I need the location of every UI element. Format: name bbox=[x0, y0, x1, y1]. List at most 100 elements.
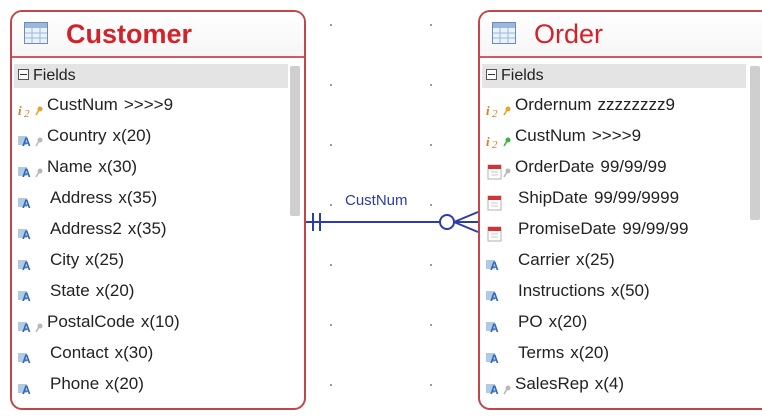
character-icon: A bbox=[486, 314, 504, 335]
fields-section-label: Fields bbox=[33, 67, 76, 84]
grey-key-icon bbox=[35, 126, 43, 147]
field-format: x(30) bbox=[98, 157, 138, 176]
field-row[interactable]: A Country x(20) bbox=[16, 120, 286, 151]
field-name: Address bbox=[50, 188, 113, 207]
field-format: x(30) bbox=[114, 343, 154, 362]
field-row[interactable]: i 2 CustNum >>>>9 bbox=[16, 89, 286, 120]
field-format: zzzzzzzz9 bbox=[582, 405, 659, 408]
grey-key-icon bbox=[35, 312, 43, 333]
svg-text:A: A bbox=[22, 166, 31, 180]
field-row[interactable]: A Address2 x(35) bbox=[16, 213, 286, 244]
grey-key-icon bbox=[35, 405, 43, 408]
field-name: Ordernum bbox=[515, 95, 592, 114]
field-row[interactable]: i 2 Ordernum zzzzzzzz9 bbox=[484, 89, 744, 120]
field-row[interactable]: PromiseDate 99/99/99 bbox=[484, 213, 744, 244]
field-name: Contact bbox=[50, 343, 109, 362]
relationship-label[interactable]: CustNum bbox=[345, 192, 408, 209]
field-format: x(20) bbox=[570, 343, 610, 362]
character-icon: A bbox=[18, 345, 36, 366]
date-icon bbox=[486, 221, 504, 242]
field-row[interactable]: A SalesRep x(4) bbox=[484, 368, 744, 399]
field-row[interactable]: i2 BillToID zzzzzzzz9 bbox=[484, 399, 744, 408]
field-row[interactable]: A PostalCode x(10) bbox=[16, 306, 286, 337]
field-name: Phone bbox=[50, 374, 100, 393]
field-format: x(50) bbox=[610, 281, 650, 300]
table-icon bbox=[492, 22, 516, 44]
svg-text:A: A bbox=[490, 290, 499, 304]
field-format: x(4) bbox=[127, 405, 156, 408]
field-row[interactable]: A Terms x(20) bbox=[484, 337, 744, 368]
field-format: >>>>9 bbox=[591, 126, 642, 145]
field-name: SalesRep bbox=[515, 374, 589, 393]
field-format: 99/99/99 bbox=[622, 219, 689, 238]
field-name: PO bbox=[518, 312, 543, 331]
gold-key-icon bbox=[35, 95, 43, 116]
field-row[interactable]: A PO x(20) bbox=[484, 306, 744, 337]
svg-text:A: A bbox=[22, 352, 31, 366]
character-icon: A bbox=[486, 252, 504, 273]
svg-text:A: A bbox=[22, 290, 31, 304]
entity-order[interactable]: Order Fields i 2 Ordernum zzzzzzzz9 i 2 CustNu… bbox=[478, 10, 762, 410]
character-icon: A bbox=[18, 376, 36, 397]
date-icon bbox=[486, 159, 504, 180]
field-row[interactable]: A Carrier x(25) bbox=[484, 244, 744, 275]
field-name: ShipDate bbox=[518, 188, 588, 207]
field-name: Name bbox=[47, 157, 93, 176]
field-format: x(25) bbox=[575, 250, 615, 269]
svg-text:i: i bbox=[486, 134, 490, 149]
field-row[interactable]: ShipDate 99/99/9999 bbox=[484, 182, 744, 213]
grey-key-icon bbox=[35, 157, 43, 178]
field-row[interactable]: i 2 CustNum >>>>9 bbox=[484, 120, 744, 151]
character-icon: A bbox=[18, 283, 36, 304]
integer-icon: i2 bbox=[18, 97, 36, 120]
field-row[interactable]: A State x(20) bbox=[16, 275, 286, 306]
field-format: x(35) bbox=[127, 219, 167, 238]
field-row[interactable]: A City x(25) bbox=[16, 244, 286, 275]
field-row[interactable]: OrderDate 99/99/99 bbox=[484, 151, 744, 182]
character-icon: A bbox=[18, 159, 36, 180]
entity-header[interactable]: Customer bbox=[12, 12, 304, 58]
scrollbar-thumb[interactable] bbox=[290, 66, 300, 216]
entity-customer[interactable]: Customer Fields i 2 CustNum >>>>9 A Country x(… bbox=[10, 10, 306, 410]
table-icon bbox=[24, 22, 48, 44]
collapse-icon[interactable] bbox=[486, 69, 497, 80]
entity-header[interactable]: Order bbox=[480, 12, 762, 58]
field-name: OrderDate bbox=[515, 157, 595, 176]
character-icon: A bbox=[18, 128, 36, 149]
field-format: zzzzzzzz9 bbox=[597, 95, 675, 114]
field-row[interactable]: A Contact x(30) bbox=[16, 337, 286, 368]
field-row[interactable]: A Instructions x(50) bbox=[484, 275, 744, 306]
integer-icon: i2 bbox=[486, 97, 504, 120]
svg-text:i: i bbox=[18, 103, 22, 118]
field-row[interactable]: A Name x(30) bbox=[16, 151, 286, 182]
character-icon: A bbox=[18, 221, 36, 242]
fields-section-label: Fields bbox=[501, 67, 544, 84]
field-format: x(20) bbox=[112, 126, 152, 145]
svg-text:2: 2 bbox=[492, 108, 498, 118]
field-row[interactable]: A Phone x(20) bbox=[16, 368, 286, 399]
field-name: BillToID bbox=[518, 405, 576, 408]
collapse-icon[interactable] bbox=[18, 69, 29, 80]
field-name: PromiseDate bbox=[518, 219, 617, 238]
field-format: x(20) bbox=[105, 374, 144, 393]
character-icon: A bbox=[18, 407, 36, 408]
character-icon: A bbox=[18, 314, 36, 335]
grey-key-icon bbox=[503, 157, 511, 178]
fields-section-header[interactable]: Fields bbox=[482, 64, 746, 88]
svg-text:A: A bbox=[22, 259, 31, 273]
field-row[interactable]: A Address x(35) bbox=[16, 182, 286, 213]
zero-circle bbox=[439, 214, 455, 230]
svg-text:A: A bbox=[490, 352, 499, 366]
svg-text:2: 2 bbox=[24, 108, 30, 118]
date-icon bbox=[486, 190, 504, 211]
fields-section-header[interactable]: Fields bbox=[14, 64, 288, 88]
svg-text:A: A bbox=[22, 321, 31, 335]
character-icon: A bbox=[18, 252, 36, 273]
scrollbar-thumb[interactable] bbox=[750, 66, 760, 220]
svg-text:2: 2 bbox=[492, 139, 498, 149]
field-name: Address2 bbox=[50, 219, 122, 238]
field-name: Terms bbox=[518, 343, 565, 362]
character-icon: A bbox=[486, 283, 504, 304]
field-format: 99/99/99 bbox=[600, 157, 667, 176]
field-row[interactable]: A SalesRep x(4) bbox=[16, 399, 286, 408]
